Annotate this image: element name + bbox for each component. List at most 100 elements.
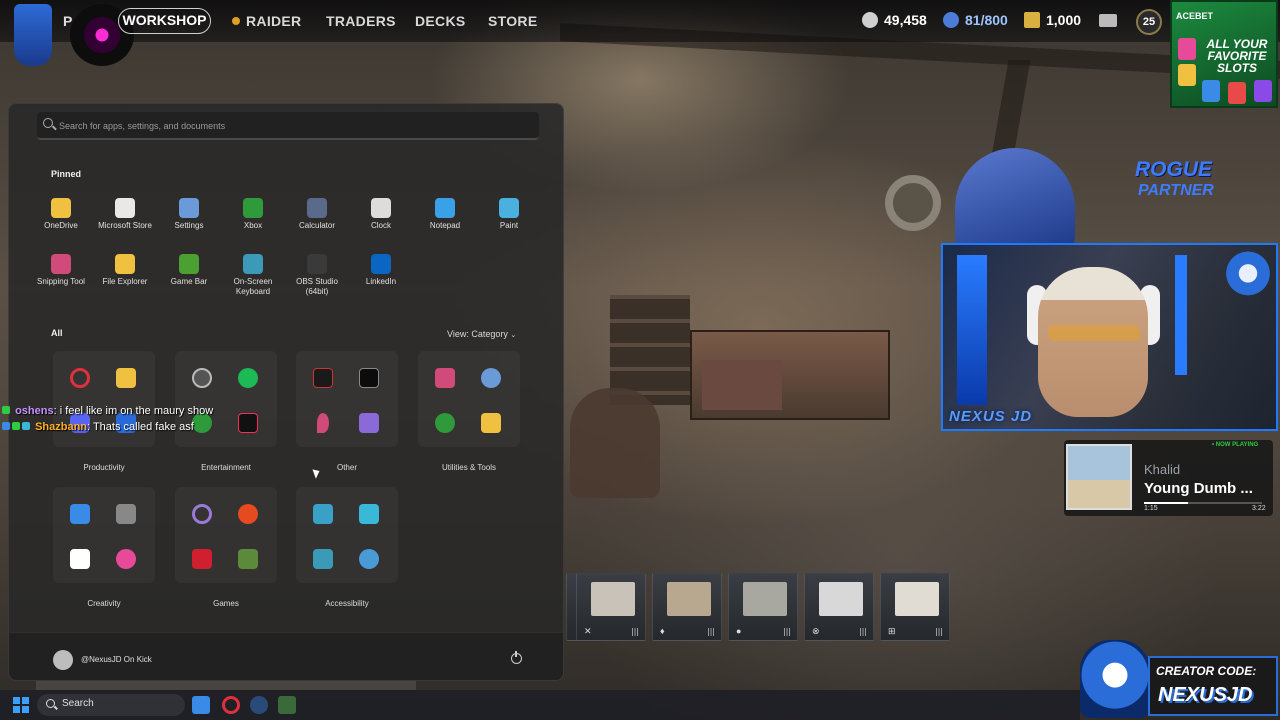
slot-tile-icon [1254, 80, 1272, 102]
folder-icon [116, 368, 136, 388]
arc-raiders-icon [313, 368, 333, 388]
view-category-label: View: Category [447, 329, 508, 339]
pinned-app[interactable]: On-Screen Keyboard [221, 254, 285, 297]
workbench-slot[interactable]: ⊗ [804, 573, 874, 641]
pinned-app[interactable]: Snipping Tool [29, 254, 93, 287]
category-creativity[interactable] [53, 487, 155, 583]
category-utilities-tools[interactable] [418, 351, 520, 447]
workbench-slot[interactable]: ♦ [652, 573, 722, 641]
start-search-box[interactable] [37, 112, 539, 140]
workbench-slot[interactable]: ✕ [576, 573, 646, 641]
level-bars-icon [860, 628, 866, 636]
workbench-thumbnail [819, 582, 863, 616]
chat-message: oshens: i feel like im on the maury show [2, 405, 213, 417]
pinned-app[interactable]: OneDrive [29, 198, 93, 231]
view-category-dropdown[interactable]: View: Category ⌄ [447, 329, 516, 339]
mail-icon[interactable] [1099, 14, 1117, 27]
obs-icon [307, 254, 327, 274]
game-bottom-hints [36, 681, 416, 690]
nav-item-workshop[interactable]: WORKSHOP [118, 8, 211, 34]
chevron-down-icon: ⌄ [510, 332, 517, 339]
coin-icon [862, 12, 878, 28]
chat-message: Shazbann: Thats called fake asf [2, 421, 194, 433]
start-menu: Pinned OneDrive Microsoft Store Settings Xb… [8, 103, 564, 681]
pinned-app-label: Notepad [429, 221, 461, 230]
creator-code-value: NEXUSJD [1158, 684, 1253, 706]
level-bars-icon [708, 628, 714, 636]
level-bars-icon [632, 628, 638, 636]
workbench-slot[interactable]: ● [728, 573, 798, 641]
pinned-app[interactable]: Settings [157, 198, 221, 231]
search-icon [43, 118, 53, 128]
pinned-app-label: Xbox [243, 221, 263, 230]
category-label: Creativity [87, 599, 121, 608]
level-bars-icon [936, 628, 942, 636]
taskbar: Search [0, 690, 1080, 720]
pinned-app[interactable]: OBS Studio (64bit) [285, 254, 349, 297]
category-accessibility[interactable] [296, 487, 398, 583]
call-of-duty-icon [359, 368, 379, 388]
steam-icon[interactable] [250, 696, 268, 714]
pinned-app[interactable]: Calculator [285, 198, 349, 231]
taskbar-search[interactable]: Search [37, 694, 185, 716]
chat-badge-icon [2, 422, 10, 430]
game-logo [14, 4, 52, 66]
chat-badge-icon [22, 422, 30, 430]
app-group-icon [359, 549, 379, 569]
nav-item-raider[interactable]: RAIDER [232, 13, 301, 29]
user-account-name[interactable]: @NexusJD On Kick [81, 655, 152, 664]
now-playing-widget: • NOW PLAYING Khalid Young Dumb ... 1:15… [1064, 440, 1273, 516]
credits-icon [1024, 12, 1040, 28]
start-search-input[interactable] [59, 118, 529, 134]
category-label: Games [213, 599, 239, 608]
keyboard-icon [359, 504, 379, 524]
app-icon[interactable] [278, 696, 296, 714]
pinned-app-label: Calculator [298, 221, 335, 230]
game-bar-icon [179, 254, 199, 274]
pinned-app[interactable]: Notepad [413, 198, 477, 231]
pinned-app[interactable]: Clock [349, 198, 413, 231]
nav-item-store[interactable]: STORE [488, 13, 537, 29]
creator-code-label: CREATOR CODE: [1156, 664, 1257, 678]
pinned-app[interactable]: File Explorer [93, 254, 157, 287]
wolf-logo-icon [1226, 250, 1270, 302]
led-light [957, 255, 987, 405]
track-duration: 3:22 [1252, 505, 1266, 512]
glasses [1048, 325, 1140, 341]
pinned-app-label: OneDrive [44, 221, 78, 230]
avatar[interactable] [53, 650, 73, 670]
workbench-thumbnail [667, 582, 711, 616]
magnifier-icon [313, 549, 333, 569]
nav-item-raider-label: RAIDER [246, 13, 302, 29]
track-artist: Khalid [1144, 462, 1181, 477]
windows-start-icon[interactable] [13, 697, 29, 713]
pinned-app[interactable]: Game Bar [157, 254, 221, 287]
casino-ad: ACEBET ALL YOUR FAVORITE SLOTS [1170, 0, 1278, 108]
nav-item-traders[interactable]: TRADERS [326, 13, 396, 29]
category-other[interactable] [296, 351, 398, 447]
pinned-app[interactable]: Paint [477, 198, 541, 231]
pinned-app[interactable]: LinkedIn [349, 254, 413, 287]
tiktok-icon [238, 413, 258, 433]
taskbar-search-label: Search [62, 698, 94, 709]
pinned-app[interactable]: Xbox [221, 198, 285, 231]
all-apps-heading: All [51, 328, 63, 338]
nav-item-decks[interactable]: DECKS [415, 13, 466, 29]
taskview-icon[interactable] [192, 696, 210, 714]
power-icon[interactable] [511, 651, 522, 664]
track-elapsed: 1:15 [1144, 505, 1158, 512]
keyboard-icon [243, 254, 263, 274]
workbench-slot[interactable]: ⊞ [880, 573, 950, 641]
pinned-heading: Pinned [51, 169, 82, 179]
camera-icon [116, 504, 136, 524]
pinned-app[interactable]: Microsoft Store [93, 198, 157, 231]
category-games[interactable] [175, 487, 277, 583]
opera-icon[interactable] [222, 696, 240, 714]
app-group-icon [238, 549, 258, 569]
webcam-name-tag: NEXUS JD [949, 408, 1033, 425]
chat-badge-icon [2, 406, 10, 414]
pinned-app-label: LinkedIn [365, 277, 397, 286]
slot-tile-icon [1228, 82, 1246, 104]
level-badge[interactable]: 25 [1136, 9, 1162, 35]
app-group-icon [116, 549, 136, 569]
